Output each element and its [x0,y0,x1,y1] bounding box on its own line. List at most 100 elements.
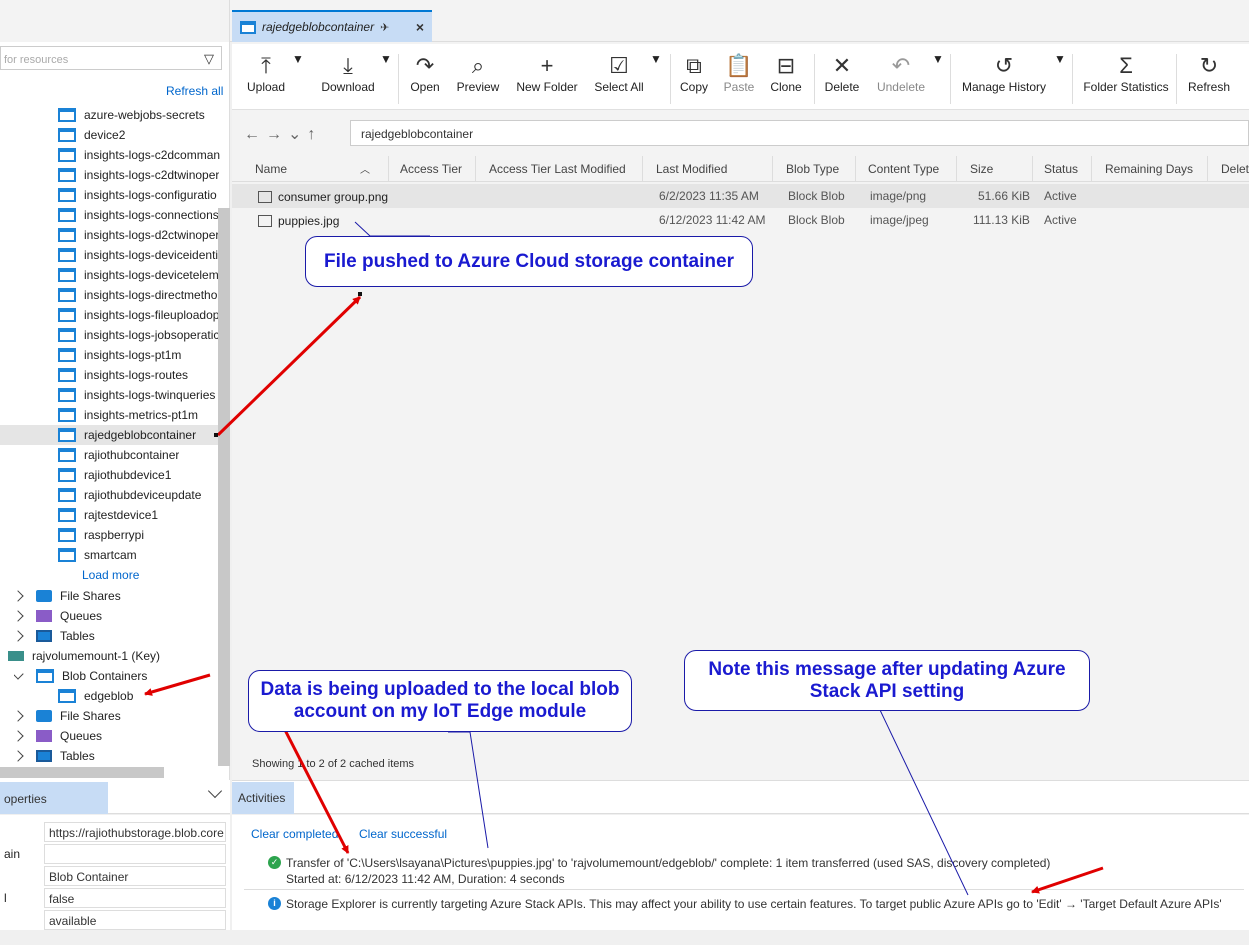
chevron-down-icon[interactable]: ⌄ [288,126,307,143]
tree-vertical-scrollbar[interactable] [218,208,230,766]
nav-arrows: ←→⌄↑ [244,124,321,144]
column-last-modified[interactable]: Last Modified [656,162,727,176]
tree-item-container[interactable]: device2 [58,125,125,145]
column-deleted[interactable]: Delet [1221,162,1249,176]
tree-item-container[interactable]: insights-logs-c2dcomman [58,145,220,165]
tree-item-container[interactable]: rajiothubcontainer [58,445,179,465]
manage-history-dropdown-caret[interactable]: ▼ [1054,52,1066,104]
queue-icon [36,730,52,742]
clear-successful-link[interactable]: Clear successful [359,827,447,841]
chevron-right-icon[interactable] [14,630,24,642]
path-input[interactable]: rajedgeblobcontainer [350,120,1249,146]
tree-item-container[interactable]: insights-logs-deviceidenti [58,245,218,265]
chevron-right-icon[interactable] [14,710,24,722]
tree-item-file-shares-2[interactable]: File Shares [14,706,121,726]
clone-button[interactable]: ⊟ Clone [768,52,804,104]
column-status[interactable]: Status [1044,162,1078,176]
tree-item-container[interactable]: azure-webjobs-secrets [58,105,205,125]
column-remaining-days[interactable]: Remaining Days [1105,162,1193,176]
pin-icon[interactable]: ✈ [380,21,389,34]
upload-dropdown-caret[interactable]: ▼ [292,52,304,104]
tree-horizontal-scrollbar[interactable] [0,767,164,778]
tree-item-container[interactable]: insights-logs-d2ctwinoper [58,225,219,245]
tree-item-label: insights-logs-directmetho [84,288,218,302]
tree-item-queues[interactable]: Queues [14,606,102,626]
tree-item-container[interactable]: raspberrypi [58,525,144,545]
tab-rajedgeblobcontainer[interactable]: rajedgeblobcontainer ✈ × [232,10,432,42]
tree-item-container[interactable]: insights-logs-fileuploadop [58,305,219,325]
tree-item-container[interactable]: insights-logs-c2dtwinoper [58,165,219,185]
chevron-right-icon[interactable] [14,590,24,602]
chevron-down-icon[interactable] [14,668,24,680]
filter-icon[interactable]: ▽ [204,51,214,67]
column-blob-type[interactable]: Blob Type [786,162,839,176]
tree-item-container[interactable]: rajiothubdevice1 [58,465,171,485]
tree-item-label: insights-logs-twinqueries [84,388,216,402]
refresh-all-link[interactable]: Refresh all [166,84,223,98]
paste-button[interactable]: 📋 Paste [722,52,756,104]
column-access-tier[interactable]: Access Tier [400,162,462,176]
tree-item-container[interactable]: rajedgeblobcontainer [0,425,218,445]
sort-ascending-icon[interactable]: ︿ [360,161,370,176]
table-row[interactable]: consumer group.png 6/2/2023 11:35 AM Blo… [232,184,1249,208]
tree-item-container[interactable]: rajtestdevice1 [58,505,158,525]
chevron-right-icon[interactable] [14,750,24,762]
preview-button[interactable]: ⌕ Preview [456,52,500,104]
tree-item-container[interactable]: smartcam [58,545,137,565]
column-content-type[interactable]: Content Type [868,162,939,176]
close-tab-icon[interactable]: × [416,19,424,35]
tree-item-storage-account[interactable]: rajvolumemount-1 (Key) [8,646,160,666]
column-access-tier-modified[interactable]: Access Tier Last Modified [489,162,626,176]
select-all-button[interactable]: ☑ Select All [592,52,646,104]
tree-item-queues-2[interactable]: Queues [14,726,102,746]
new-folder-button[interactable]: + New Folder [514,52,580,104]
open-button[interactable]: ↷ Open [406,52,444,104]
back-icon[interactable]: ← [244,126,266,143]
table-row[interactable]: puppies.jpg 6/12/2023 11:42 AM Block Blo… [232,208,1249,232]
delete-button[interactable]: ✕ Delete [822,52,862,104]
select-all-dropdown-caret[interactable]: ▼ [650,52,662,104]
tree-item-tables[interactable]: Tables [14,626,95,646]
refresh-button[interactable]: ↻ Refresh [1186,52,1232,104]
upload-button[interactable]: ⤒ Upload [244,52,288,104]
copy-button[interactable]: ⧉ Copy [678,52,710,104]
property-row: ain [0,843,230,865]
chevron-right-icon[interactable] [14,610,24,622]
undelete-dropdown-caret[interactable]: ▼ [932,52,944,104]
tree-item-container[interactable]: insights-logs-twinqueries [58,385,215,405]
transfer-time: Started at: 6/12/2023 11:42 AM, Duration… [286,872,565,886]
clear-completed-link[interactable]: Clear completed [251,827,338,841]
manage-history-button[interactable]: ↺ Manage History [960,52,1048,104]
tree-item-container[interactable]: insights-metrics-pt1m [58,405,198,425]
tree-item-edgeblob[interactable]: edgeblob [58,686,133,706]
tree-item-label: insights-logs-routes [84,368,189,382]
tree-item-blob-containers[interactable]: Blob Containers [14,666,147,686]
undelete-button[interactable]: ↶ Undelete [874,52,928,104]
tree-item-container[interactable]: insights-logs-configuratio [58,185,217,205]
tree-item-file-shares[interactable]: File Shares [14,586,121,606]
up-icon[interactable]: ↑ [307,126,321,143]
azure-stack-message: Storage Explorer is currently targeting … [286,897,1222,911]
download-button[interactable]: ⤓ Download [316,52,380,104]
tree-item-container[interactable]: rajiothubdeviceupdate [58,485,201,505]
column-size[interactable]: Size [970,162,993,176]
tree-item-tables-2[interactable]: Tables [14,746,95,766]
activities-header [232,780,1249,814]
column-divider [388,156,389,182]
properties-tab[interactable]: operties [0,782,108,814]
column-name[interactable]: Name [255,162,287,176]
tree-item-container[interactable]: insights-logs-connections [58,205,219,225]
tree-item-container[interactable]: insights-logs-jobsoperatic [58,325,219,345]
tree-item-container[interactable]: insights-logs-routes [58,365,188,385]
navigation-bar: ←→⌄↑ rajedgeblobcontainer [232,112,1249,152]
tree-item-container[interactable]: insights-logs-devicetelem [58,265,219,285]
activities-tab[interactable]: Activities [232,782,294,814]
folder-statistics-button[interactable]: Σ Folder Statistics [1082,52,1170,104]
chevron-right-icon[interactable] [14,730,24,742]
load-more-link[interactable]: Load more [82,565,139,585]
download-dropdown-caret[interactable]: ▼ [380,52,392,104]
forward-icon[interactable]: → [266,126,288,143]
tree-item-container[interactable]: insights-logs-directmetho [58,285,217,305]
tree-item-label: rajtestdevice1 [84,508,159,522]
tree-item-container[interactable]: insights-logs-pt1m [58,345,181,365]
